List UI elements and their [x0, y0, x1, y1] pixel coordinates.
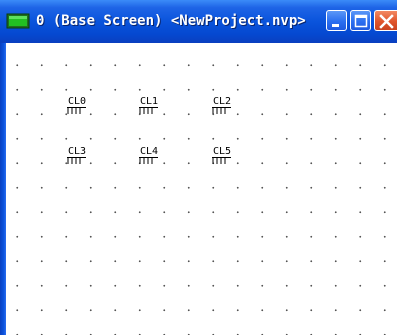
- lamp-icon: [139, 107, 158, 114]
- lamp-icon: [139, 157, 158, 164]
- lamp-icon: [212, 157, 231, 164]
- lamp-label: CL3: [68, 146, 87, 157]
- lamp-part-cl1[interactable]: CL1: [138, 96, 166, 118]
- screen-canvas[interactable]: CL0 CL1 CL2 CL3 CL4 CL5: [6, 43, 397, 335]
- close-button[interactable]: [374, 10, 397, 31]
- maximize-icon: [354, 14, 368, 28]
- screen-icon: [6, 13, 30, 29]
- lamp-part-cl0[interactable]: CL0: [66, 96, 94, 118]
- lamp-part-cl5[interactable]: CL5: [211, 146, 239, 168]
- lamp-label: CL0: [68, 96, 87, 107]
- lamp-icon: [67, 107, 86, 114]
- maximize-button[interactable]: [350, 10, 371, 31]
- minimize-icon: [332, 24, 339, 27]
- lamp-icon: [67, 157, 86, 164]
- editor-window: 0 (Base Screen) <NewProject.nvp> CL0 CL1…: [0, 0, 397, 335]
- lamp-part-cl2[interactable]: CL2: [211, 96, 239, 118]
- minimize-button[interactable]: [326, 10, 347, 31]
- lamp-icon: [212, 107, 231, 114]
- title-bar[interactable]: 0 (Base Screen) <NewProject.nvp>: [0, 0, 397, 43]
- window-title: 0 (Base Screen) <NewProject.nvp>: [36, 13, 306, 29]
- lamp-label: CL4: [140, 146, 159, 157]
- lamp-part-cl4[interactable]: CL4: [138, 146, 166, 168]
- close-icon: [379, 14, 394, 29]
- lamp-label: CL1: [140, 96, 159, 107]
- lamp-label: CL2: [213, 96, 232, 107]
- lamp-part-cl3[interactable]: CL3: [66, 146, 94, 168]
- lamp-label: CL5: [213, 146, 232, 157]
